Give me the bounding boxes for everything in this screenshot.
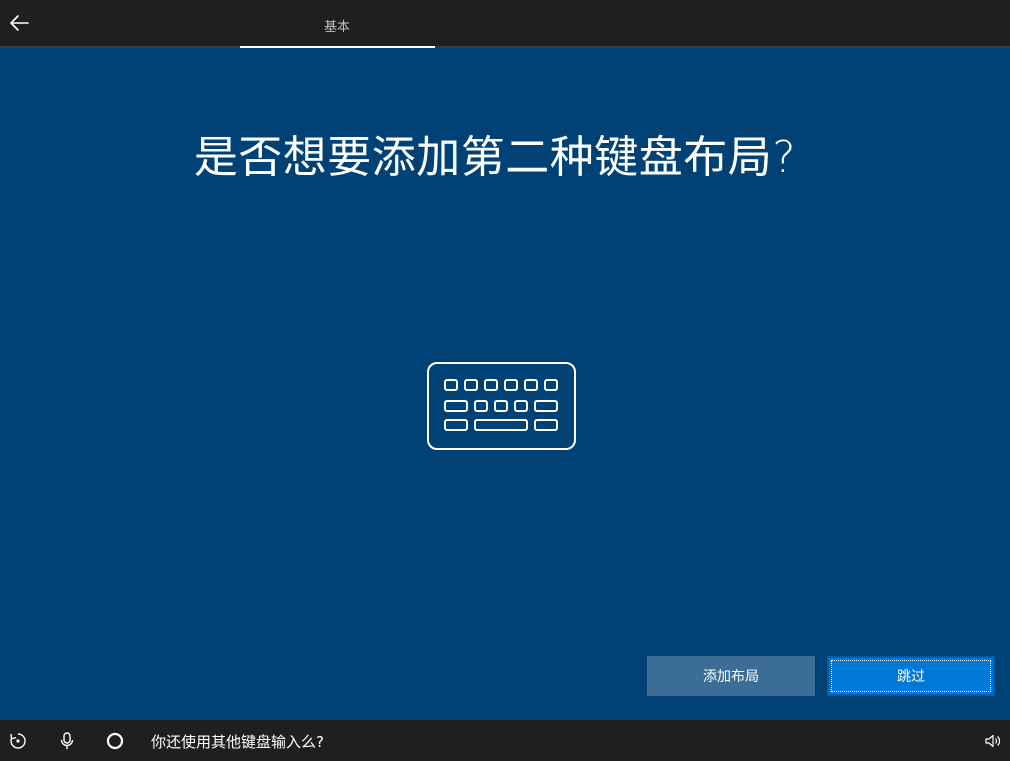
- volume-button[interactable]: [982, 730, 1004, 752]
- add-layout-button[interactable]: 添加布局: [647, 656, 815, 696]
- microphone-button[interactable]: [56, 730, 78, 752]
- volume-icon: [985, 734, 1001, 748]
- cortana-circle-icon: [106, 732, 124, 750]
- taskbar: 你还使用其他键盘输入么?: [0, 720, 1010, 761]
- add-layout-label: 添加布局: [703, 669, 759, 685]
- tab-basics-label: 基本: [323, 20, 350, 35]
- microphone-icon: [60, 732, 74, 749]
- skip-label: 跳过: [897, 669, 925, 685]
- cortana-button[interactable]: [104, 730, 126, 752]
- cortana-prompt: 你还使用其他键盘输入么?: [151, 733, 324, 751]
- top-bar: 基本: [0, 0, 1010, 48]
- back-arrow-icon: [10, 15, 29, 31]
- skip-button[interactable]: 跳过: [827, 656, 995, 696]
- page-title: 是否想要添加第二种键盘布局?: [193, 132, 797, 183]
- back-button[interactable]: [4, 8, 34, 38]
- keyboard-icon: [427, 362, 576, 450]
- accessibility-button[interactable]: [7, 730, 29, 752]
- accessibility-icon: [10, 733, 26, 749]
- tab-basics[interactable]: 基本: [240, 0, 435, 48]
- main-panel: 是否想要添加第二种键盘布局?: [0, 48, 1010, 720]
